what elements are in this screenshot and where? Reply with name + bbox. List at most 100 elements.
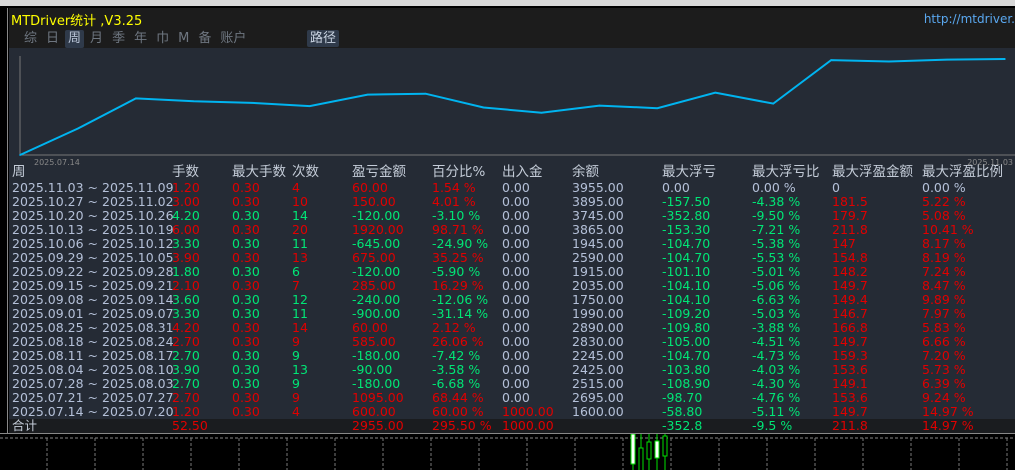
cell-col-2: 最大手数	[232, 164, 286, 180]
cell-col-9: -4.76 %	[752, 390, 801, 405]
cell-col-9: -3.88 %	[752, 320, 801, 335]
equity-point	[772, 102, 775, 105]
cell-col-6: 0.00	[502, 236, 530, 251]
equity-point	[19, 154, 21, 156]
cell-col-8: -58.80	[662, 404, 703, 419]
equity-point	[714, 91, 717, 94]
equity-chart: 2025.07.14 2025.11.03	[19, 56, 1015, 167]
cell-col-10: 154.8	[832, 250, 868, 265]
equity-point	[77, 127, 79, 130]
app-title: MTDriver统计 ,V3.25	[11, 14, 143, 29]
tab-3[interactable]: 月	[87, 30, 106, 48]
table-row: 2025.09.22 ~ 2025.09.28 1.80 0.30 6 -120.00 -…	[9, 265, 1015, 279]
cell-col-7: 2245.00	[572, 348, 624, 363]
cell-col-4: 600.00	[352, 404, 396, 419]
cell-col-8: -104.10	[662, 278, 711, 293]
cell-col-0: 2025.11.03 ~ 2025.11.09	[12, 180, 174, 195]
cell-col-1: 1.20	[172, 404, 200, 419]
cell-col-7: 3865.00	[572, 222, 624, 237]
cell-col-10: 147	[832, 236, 856, 251]
cell-col-1: 2.70	[172, 348, 200, 363]
candle-body	[646, 441, 652, 460]
cell-col-7: 2425.00	[572, 362, 624, 377]
cell-col-1: 52.50	[172, 418, 208, 433]
website-link[interactable]: http://mtdriver.	[924, 12, 1015, 26]
cell-col-0: 合计	[12, 418, 38, 433]
cell-col-5: 295.50 %	[432, 418, 492, 433]
cell-col-5: -31.14 %	[432, 306, 489, 321]
cell-col-8: -104.70	[662, 348, 711, 363]
cell-col-7: 余额	[572, 164, 599, 180]
cell-col-6: 0.00	[502, 180, 530, 195]
cell-col-8: 0.00	[662, 180, 690, 195]
cell-col-3: 14	[292, 320, 308, 335]
cell-col-7: 2035.00	[572, 278, 624, 293]
cell-col-0: 2025.09.08 ~ 2025.09.14	[12, 292, 174, 307]
cell-col-0: 2025.10.20 ~ 2025.10.26	[12, 208, 174, 223]
tab-2[interactable]: 周	[65, 30, 85, 48]
tab-4[interactable]: 季	[109, 30, 128, 48]
cell-col-3: 12	[292, 292, 308, 307]
cell-col-5: 35.25 %	[432, 250, 484, 265]
cell-col-8: -157.50	[662, 194, 711, 209]
window-top-border	[0, 0, 1015, 8]
cell-col-0: 2025.08.25 ~ 2025.08.31	[12, 320, 174, 335]
cell-col-3: 次数	[292, 164, 319, 180]
equity-point	[482, 106, 485, 109]
cell-col-10: 最大浮盈金额	[832, 164, 913, 180]
cell-col-7: 1600.00	[572, 404, 624, 419]
cell-col-6: 0.00	[502, 250, 530, 265]
cell-col-11: 7.97 %	[922, 306, 966, 321]
cell-col-7: 3745.00	[572, 208, 624, 223]
cell-col-0: 2025.09.22 ~ 2025.09.28	[12, 264, 174, 279]
cell-col-1: 3.30	[172, 306, 200, 321]
cell-col-9: -5.38 %	[752, 236, 801, 251]
cell-col-6: 1000.00	[502, 404, 554, 419]
equity-point	[540, 111, 543, 114]
price-chart-strip	[0, 433, 1015, 470]
tab-0[interactable]: 综	[21, 30, 40, 48]
table-row: 2025.11.03 ~ 2025.11.09 1.20 0.30 4 60.00 1.5…	[9, 181, 1015, 195]
cell-col-7: 1915.00	[572, 264, 624, 279]
tab-6[interactable]: 巾	[153, 30, 172, 48]
cell-col-8: -105.00	[662, 334, 711, 349]
cell-col-6: 0.00	[502, 348, 530, 363]
cell-col-0: 周	[12, 164, 26, 180]
tab-8[interactable]: 备	[195, 30, 214, 48]
cell-col-11: 9.89 %	[922, 292, 966, 307]
cell-col-10: 149.7	[832, 278, 868, 293]
cell-col-4: 盈亏金额	[352, 164, 406, 180]
cell-col-0: 2025.08.04 ~ 2025.08.10	[12, 362, 174, 377]
table-row: 2025.08.11 ~ 2025.08.17 2.70 0.30 9 -180.00 -…	[9, 349, 1015, 363]
equity-point	[366, 93, 369, 96]
table-row: 2025.10.27 ~ 2025.11.02 3.00 0.30 10 150.00 4…	[9, 195, 1015, 209]
tab-route[interactable]: 路径	[307, 30, 340, 47]
tab-7[interactable]: M	[175, 30, 192, 48]
cell-col-9: 最大浮亏比	[752, 164, 820, 180]
cell-col-3: 6	[292, 264, 300, 279]
cell-col-6: 1000.00	[502, 418, 554, 433]
cell-col-11: 14.97 %	[922, 404, 974, 419]
tab-5[interactable]: 年	[131, 30, 150, 48]
cell-col-10: 153.6	[832, 362, 868, 377]
cell-col-7: 2515.00	[572, 376, 624, 391]
cell-col-3: 4	[292, 180, 300, 195]
cell-col-3: 11	[292, 236, 308, 251]
equity-point	[946, 58, 948, 61]
cell-col-11: 0.00 %	[922, 180, 966, 195]
cell-col-9: -4.03 %	[752, 362, 801, 377]
tab-1[interactable]: 日	[43, 30, 62, 48]
cell-col-8: -153.30	[662, 222, 711, 237]
cell-col-2: 0.30	[232, 348, 260, 363]
cell-col-5: 4.01 %	[432, 194, 476, 209]
cell-col-11: 8.17 %	[922, 236, 966, 251]
cell-col-4: -240.00	[352, 292, 401, 307]
tab-9[interactable]: 账户	[217, 30, 249, 48]
table-row: 2025.07.28 ~ 2025.08.03 2.70 0.30 9 -180.00 -…	[9, 377, 1015, 391]
cell-col-8: -104.10	[662, 292, 711, 307]
cell-col-3: 10	[292, 194, 308, 209]
cell-col-11: 5.83 %	[922, 320, 966, 335]
cell-col-5: -6.68 %	[432, 376, 481, 391]
cell-col-6: 0.00	[502, 194, 530, 209]
cell-col-6: 0.00	[502, 376, 530, 391]
